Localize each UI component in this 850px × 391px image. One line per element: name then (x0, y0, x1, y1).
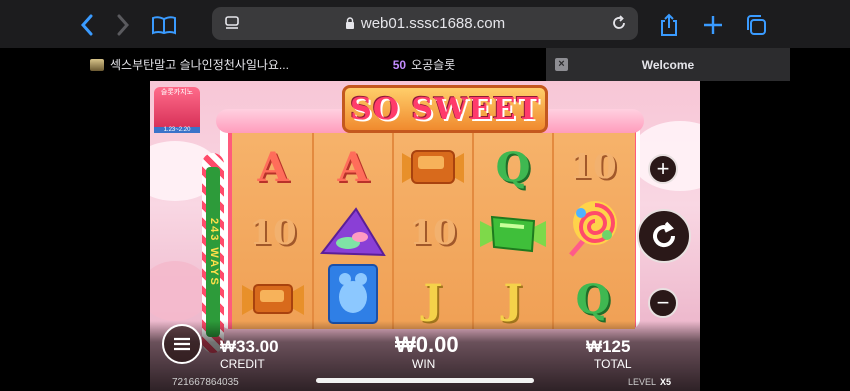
win-label: WIN (412, 357, 436, 371)
game-logo: SO SWEET (342, 85, 548, 133)
hamburger-icon (174, 337, 190, 351)
slot-game[interactable]: 슬롯카지노 1.23~2.20 SO SWEET 243 WAYS A 10 A… (150, 81, 700, 391)
symbol-a: A (337, 143, 369, 191)
bookmarks-icon[interactable] (150, 12, 178, 38)
ways-text: 243 WAYS (206, 167, 220, 337)
level-label: LEVEL (628, 377, 657, 387)
symbol-q: Q (495, 143, 531, 191)
symbol-wrapped-orange-candy (396, 139, 470, 195)
level-value: X5 (660, 377, 672, 387)
forward-icon[interactable] (110, 12, 136, 38)
decrease-bet-button[interactable]: − (648, 288, 678, 318)
home-indicator[interactable] (316, 378, 534, 383)
spin-icon (653, 221, 676, 248)
site-favicon-icon (90, 58, 104, 71)
symbol-j: J (503, 275, 523, 323)
symbol-10: 10 (249, 213, 297, 253)
symbol-10: 10 (409, 213, 457, 253)
tab-bar: 섹스부탄말고 슬나인정천사일나요... 50 오공슬롯 × Welcome (0, 48, 850, 81)
credit-label: CREDIT (220, 357, 265, 371)
back-icon[interactable] (74, 12, 100, 38)
tab-3-active[interactable]: × Welcome (546, 48, 790, 81)
tabs-overview-icon[interactable] (743, 12, 769, 38)
reader-view-icon[interactable] (224, 15, 240, 36)
game-round-id: 721667864035 (172, 377, 239, 388)
tab-label: 섹스부탄말고 슬나인정천사일나요... (110, 58, 289, 72)
address-bar[interactable]: web01.sssc1688.com (212, 7, 638, 40)
browser-toolbar: web01.sssc1688.com (0, 0, 850, 48)
spin-button[interactable] (637, 209, 691, 263)
tab-label: Welcome (641, 57, 695, 72)
win-value: ₩0.00 (395, 332, 459, 357)
increase-bet-button[interactable]: + (648, 154, 678, 184)
promo-badge[interactable]: 슬롯카지노 1.23~2.20 (154, 87, 200, 133)
reload-icon[interactable] (610, 14, 628, 37)
close-tab-icon[interactable]: × (555, 58, 568, 71)
promo-dates: 1.23~2.20 (154, 127, 200, 133)
new-tab-icon[interactable] (700, 12, 726, 38)
lock-icon (345, 17, 354, 29)
level-indicator: LEVEL X5 (628, 377, 671, 387)
tab-2[interactable]: 50 오공슬롯 (304, 48, 544, 81)
reel-divider (312, 129, 314, 329)
symbol-q: Q (575, 275, 611, 323)
symbol-a: A (257, 143, 289, 191)
symbol-wrapped-green-candy (476, 205, 550, 261)
cloud-decoration (150, 261, 210, 321)
total-bet-value: ₩125 (586, 337, 631, 356)
credit-value: ₩33.00 (220, 337, 279, 356)
reel-divider (552, 129, 554, 329)
menu-button[interactable] (162, 324, 202, 364)
tab-badge: 50 (392, 57, 407, 72)
total-bet-label: TOTAL (594, 357, 632, 371)
reel-divider (472, 129, 474, 329)
symbol-j: J (423, 275, 443, 323)
share-icon[interactable] (656, 12, 682, 38)
symbol-lollipop (556, 199, 630, 257)
tab-label: 오공슬롯 (411, 58, 456, 72)
symbol-10: 10 (569, 147, 617, 187)
logo-text: SO SWEET (350, 91, 540, 127)
symbol-blue-bear-candy (316, 264, 390, 324)
symbol-wrapped-orange-candy (236, 271, 310, 327)
tab-1[interactable]: 섹스부탄말고 슬나인정천사일나요... (90, 48, 302, 81)
symbol-triangle-candy (316, 205, 390, 261)
promo-title: 슬롯카지노 (160, 89, 194, 96)
reel-divider (392, 129, 394, 329)
url-text: web01.sssc1688.com (360, 15, 506, 32)
